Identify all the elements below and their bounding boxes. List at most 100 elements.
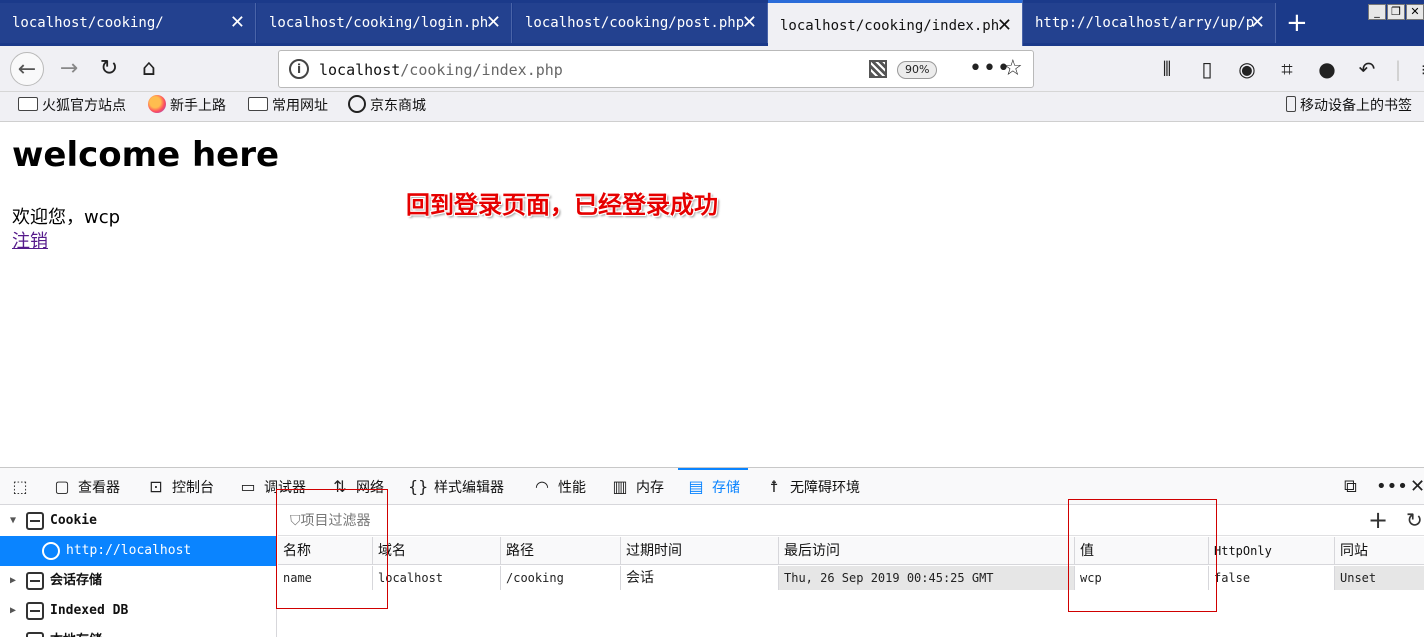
tree-item-session-storage[interactable]: ▶ 会话存储 <box>0 566 277 596</box>
tab-label: 性能 <box>558 480 586 496</box>
collapsed-arrow-icon[interactable]: ▶ <box>10 566 16 596</box>
tab-title: localhost/cooking/post.php <box>525 15 745 31</box>
minimize-icon[interactable]: _ <box>1368 4 1386 20</box>
new-tab-button[interactable]: + <box>1286 6 1308 40</box>
column-header-path[interactable]: 路径 <box>500 537 620 565</box>
library-icon[interactable]: ⫴ <box>1148 52 1186 86</box>
tree-item-indexed-db[interactable]: ▶ Indexed DB <box>0 596 277 626</box>
annotation-text: 回到登录页面，已经登录成功 <box>406 191 718 219</box>
tree-item-cookie[interactable]: ▼ Cookie <box>0 506 277 536</box>
tab-close-icon[interactable]: ✕ <box>997 3 1012 46</box>
tab-close-icon[interactable]: ✕ <box>486 3 501 43</box>
logout-link[interactable]: 注销 <box>12 227 48 253</box>
database-icon <box>26 632 44 637</box>
tab-title: localhost/cooking/ <box>12 15 164 31</box>
tab-close-icon[interactable]: ✕ <box>742 3 757 43</box>
collapsed-arrow-icon[interactable]: ▶ <box>10 596 16 626</box>
tree-item-cookie-localhost[interactable]: http://localhost <box>0 536 277 566</box>
expanded-arrow-icon[interactable]: ▼ <box>10 506 16 536</box>
column-header-samesite[interactable]: 同站 <box>1334 537 1424 565</box>
site-info-icon[interactable]: i <box>289 59 309 79</box>
bookmark-label: 常用网址 <box>272 98 328 114</box>
tab-strip: localhost/cooking/ ✕ localhost/cooking/l… <box>0 0 1424 46</box>
tab-label: 样式编辑器 <box>434 480 504 496</box>
close-window-icon[interactable]: ✕ <box>1406 4 1424 20</box>
navigation-toolbar: ← → ↻ ⌂ i localhost/cooking/index.php 90… <box>0 46 1424 92</box>
tab-label: 内存 <box>636 480 664 496</box>
home-icon[interactable]: ⌂ <box>132 52 166 86</box>
folder-icon <box>248 97 268 111</box>
sidebar-toggle-icon[interactable]: ▯ <box>1188 52 1226 86</box>
mobile-bookmarks[interactable]: 移动设备上的书签 <box>1286 92 1412 120</box>
tab-login[interactable]: localhost/cooking/login.ph ✕ <box>257 3 512 43</box>
tab-performance[interactable]: ◠ 性能 <box>532 468 586 505</box>
cell-expires[interactable]: 会话 <box>620 566 778 590</box>
toolbar-right-icons: ⫴ ▯ ◉ ⌗ ● ↶ | ≡ <box>1148 52 1424 86</box>
tab-console[interactable]: ⊡ 控制台 <box>146 468 214 505</box>
url-text[interactable]: localhost/cooking/index.php <box>319 51 563 89</box>
back-arrow-icon[interactable]: ← <box>10 52 44 86</box>
tree-label: 会话存储 <box>50 573 103 588</box>
inspector-icon: ▢ <box>54 477 70 496</box>
bookmark-jd-mall[interactable]: 京东商城 <box>348 92 426 120</box>
reload-icon[interactable]: ↻ <box>92 52 126 86</box>
screenshot-crop-icon[interactable]: ⌗ <box>1268 52 1306 86</box>
forward-arrow-icon[interactable]: → <box>52 52 86 86</box>
database-icon <box>26 602 44 620</box>
page-content: welcome here 欢迎您，wcp 注销 回到登录页面，已经登录成功 <box>0 123 1424 467</box>
bookmark-label: 火狐官方站点 <box>42 98 126 114</box>
collapsed-arrow-icon[interactable]: ▶ <box>10 626 16 637</box>
column-header-domain[interactable]: 域名 <box>372 537 500 565</box>
tab-close-icon[interactable]: ✕ <box>230 3 245 43</box>
storage-icon: ▤ <box>688 477 704 496</box>
bookmark-firefox-official[interactable]: 火狐官方站点 <box>18 92 126 120</box>
tree-label: Cookie <box>50 513 97 528</box>
welcome-message: 欢迎您，wcp <box>12 207 121 228</box>
qr-code-icon[interactable] <box>869 60 887 78</box>
refresh-icon[interactable]: ↻ <box>1406 506 1423 534</box>
add-item-icon[interactable]: + <box>1368 506 1388 534</box>
tab-close-icon[interactable]: ✕ <box>1250 3 1265 43</box>
tab-arry-up[interactable]: http://localhost/arry/up/p ✕ <box>1023 3 1276 43</box>
cell-last-accessed[interactable]: Thu, 26 Sep 2019 00:45:25 GMT <box>778 566 1074 590</box>
tab-label: 存储 <box>712 480 740 496</box>
tab-inspector[interactable]: ▢ 查看器 <box>52 468 120 505</box>
tab-storage[interactable]: ▤ 存储 <box>678 468 748 505</box>
bookmark-common-sites[interactable]: 常用网址 <box>248 92 328 120</box>
cell-path[interactable]: /cooking <box>500 566 620 590</box>
hamburger-menu-icon[interactable]: ≡ <box>1410 52 1424 86</box>
element-picker-icon[interactable]: ⬚ <box>10 468 36 505</box>
column-header-httponly[interactable]: HttpOnly <box>1208 537 1334 565</box>
chat-bubble-icon[interactable]: ● <box>1308 52 1346 86</box>
restore-icon[interactable]: ❐ <box>1387 4 1405 20</box>
highlight-box-name-column <box>276 489 388 609</box>
tree-item-local-storage[interactable]: ▶ 本地存储 <box>0 626 277 637</box>
zoom-level-badge[interactable]: 90% <box>897 61 938 79</box>
window-controls: _ ❐ ✕ <box>1368 4 1424 20</box>
console-icon: ⊡ <box>149 477 163 496</box>
tab-memory[interactable]: ▥ 内存 <box>610 468 664 505</box>
tab-style-editor[interactable]: {} 样式编辑器 <box>408 468 504 505</box>
cell-domain[interactable]: localhost <box>372 566 500 590</box>
devtools-close-icon[interactable]: ✕ <box>1410 468 1424 505</box>
cursor-pick-icon: ⬚ <box>12 477 28 496</box>
tab-title: localhost/cooking/login.ph <box>269 15 489 31</box>
tab-cooking-root[interactable]: localhost/cooking/ ✕ <box>0 3 256 43</box>
tab-post[interactable]: localhost/cooking/post.php ✕ <box>513 3 768 43</box>
tree-label: http://localhost <box>66 543 192 558</box>
cell-httponly[interactable]: false <box>1208 566 1334 590</box>
responsive-design-icon[interactable]: ⧉ <box>1344 468 1357 505</box>
devtools-menu-icon[interactable]: ••• <box>1376 468 1408 505</box>
debugger-icon: ▭ <box>240 477 256 496</box>
bookmark-star-icon[interactable]: ☆ <box>1003 51 1023 87</box>
tab-accessibility[interactable]: ☨ 无障碍环境 <box>764 468 860 505</box>
cell-samesite[interactable]: Unset <box>1334 566 1424 590</box>
undo-icon[interactable]: ↶ <box>1348 52 1386 86</box>
column-header-last-accessed[interactable]: 最后访问 <box>778 537 1074 565</box>
storage-table-panel: ⛉项目过滤器 + ↻ 名称 域名 路径 过期时间 最后访问 值 HttpOnly… <box>278 506 1424 637</box>
account-icon[interactable]: ◉ <box>1228 52 1266 86</box>
tab-index[interactable]: localhost/cooking/index.ph ✕ <box>768 0 1023 46</box>
column-header-expires[interactable]: 过期时间 <box>620 537 778 565</box>
url-bar[interactable]: i localhost/cooking/index.php 90% ••• ☆ <box>278 50 1034 88</box>
bookmark-getting-started[interactable]: 新手上路 <box>148 92 226 120</box>
